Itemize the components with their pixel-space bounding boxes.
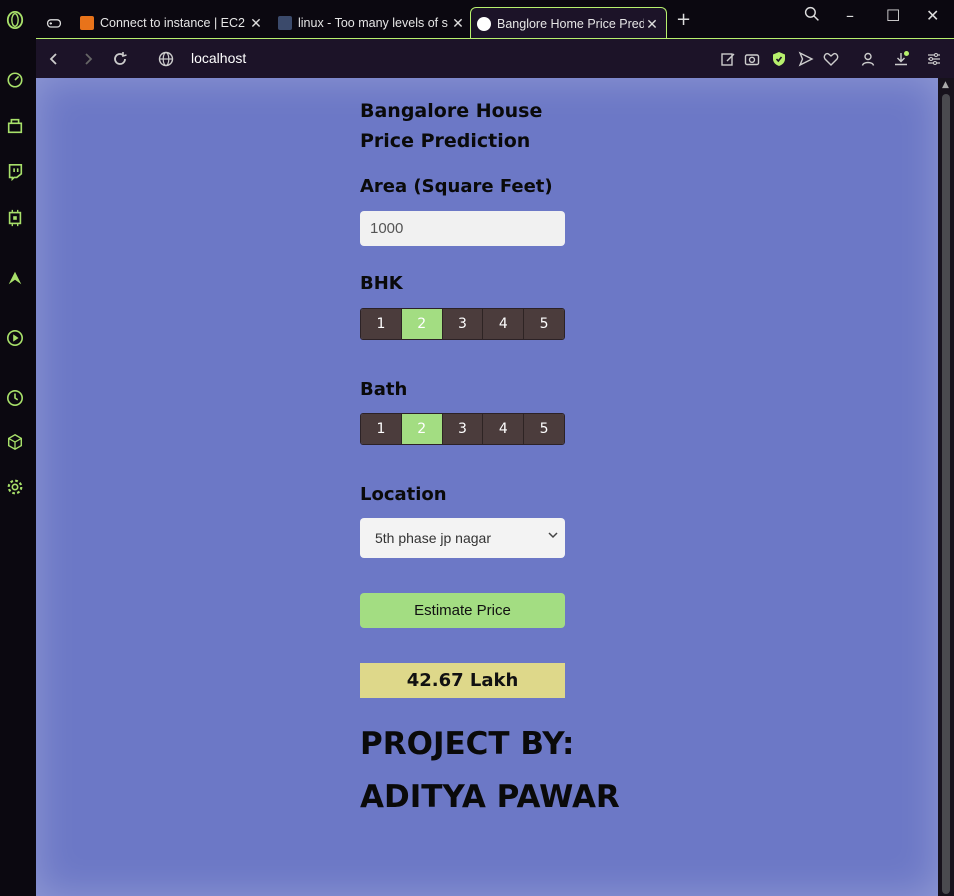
player-icon[interactable] bbox=[5, 328, 25, 348]
bhk-option-3[interactable]: 3 bbox=[442, 309, 484, 339]
area-label: Area (Square Feet) bbox=[360, 176, 553, 197]
site-info-globe-icon[interactable] bbox=[156, 49, 176, 69]
close-tab-icon[interactable]: ✕ bbox=[248, 15, 264, 32]
scroll-up-arrow-icon[interactable]: ▲ bbox=[942, 80, 949, 90]
opera-logo-icon[interactable] bbox=[5, 10, 25, 30]
close-tab-icon[interactable]: ✕ bbox=[644, 16, 660, 33]
bath-option-2[interactable]: 2 bbox=[401, 414, 443, 444]
estimate-price-button[interactable]: Estimate Price bbox=[360, 593, 565, 628]
location-label: Location bbox=[360, 484, 447, 505]
close-window-icon[interactable]: ✕ bbox=[926, 6, 939, 25]
tab-banglore-home-price[interactable]: Banglore Home Price Predic ✕ bbox=[470, 7, 667, 40]
send-icon[interactable] bbox=[796, 49, 816, 69]
credit-author: ADITYA PAWAR bbox=[360, 779, 620, 815]
bath-option-3[interactable]: 3 bbox=[442, 414, 484, 444]
bhk-selector: 12345 bbox=[360, 308, 565, 340]
aws-favicon-icon bbox=[80, 16, 94, 30]
bhk-option-1[interactable]: 1 bbox=[361, 309, 402, 339]
chevron-down-icon bbox=[547, 529, 559, 544]
downloads-icon[interactable] bbox=[891, 49, 911, 69]
forward-icon[interactable] bbox=[78, 49, 98, 69]
settings-gear-icon[interactable] bbox=[5, 477, 25, 497]
browser-sidebar bbox=[0, 0, 36, 896]
bhk-option-5[interactable]: 5 bbox=[524, 309, 564, 339]
snapshot-camera-icon[interactable] bbox=[742, 49, 762, 69]
tab-ec2[interactable]: Connect to instance | EC2 | ✕ bbox=[80, 8, 264, 38]
hardware-icon[interactable] bbox=[5, 208, 25, 228]
reload-icon[interactable] bbox=[110, 49, 130, 69]
url-text[interactable]: localhost bbox=[191, 50, 246, 66]
bath-selector: 12345 bbox=[360, 413, 565, 445]
bath-label: Bath bbox=[360, 379, 408, 400]
scroll-thumb[interactable] bbox=[942, 94, 950, 894]
location-selected-value: 5th phase jp nagar bbox=[375, 530, 491, 546]
address-bar: localhost bbox=[36, 38, 954, 78]
vpn-shield-icon[interactable] bbox=[769, 49, 789, 69]
location-select[interactable]: 5th phase jp nagar bbox=[360, 518, 565, 558]
minimize-icon[interactable]: – bbox=[846, 6, 854, 25]
easy-setup-icon[interactable] bbox=[924, 49, 944, 69]
page-title: Bangalore House Price Prediction bbox=[360, 100, 543, 152]
maximize-icon[interactable]: ☐ bbox=[886, 6, 900, 25]
tab-title: Banglore Home Price Predic bbox=[497, 17, 644, 31]
bath-option-4[interactable]: 4 bbox=[483, 414, 525, 444]
area-input[interactable]: 1000 bbox=[360, 211, 565, 246]
bhk-option-2[interactable]: 2 bbox=[401, 309, 443, 339]
aria-ai-icon[interactable] bbox=[5, 268, 25, 288]
history-icon[interactable] bbox=[5, 388, 25, 408]
heart-icon[interactable] bbox=[821, 49, 841, 69]
bhk-option-4[interactable]: 4 bbox=[483, 309, 525, 339]
bath-option-5[interactable]: 5 bbox=[524, 414, 564, 444]
vertical-scrollbar[interactable]: ▲ bbox=[938, 78, 954, 896]
estimated-price-result: 42.67 Lakh bbox=[360, 663, 565, 698]
new-tab-button[interactable]: + bbox=[676, 9, 691, 30]
page-viewport: Bangalore House Price Prediction Area (S… bbox=[36, 78, 938, 896]
tab-title: Connect to instance | EC2 | bbox=[100, 16, 248, 30]
globe-favicon-icon bbox=[477, 17, 491, 31]
tab-strip: Connect to instance | EC2 | ✕ linux - To… bbox=[36, 0, 954, 40]
profile-icon[interactable] bbox=[858, 49, 878, 69]
extensions-icon[interactable] bbox=[5, 432, 25, 452]
superuser-favicon-icon bbox=[278, 16, 292, 30]
tab-title: linux - Too many levels of s bbox=[298, 16, 448, 30]
back-icon[interactable] bbox=[44, 49, 64, 69]
edit-page-icon[interactable] bbox=[718, 49, 738, 69]
gamepad-icon[interactable] bbox=[46, 8, 68, 38]
bhk-label: BHK bbox=[360, 273, 403, 294]
tab-linux[interactable]: linux - Too many levels of s ✕ bbox=[278, 8, 466, 38]
credit-heading: PROJECT BY: bbox=[360, 726, 575, 762]
bath-option-1[interactable]: 1 bbox=[361, 414, 402, 444]
aria-icon[interactable] bbox=[5, 116, 25, 136]
speed-dial-icon[interactable] bbox=[5, 70, 25, 90]
close-tab-icon[interactable]: ✕ bbox=[450, 15, 466, 32]
twitch-icon[interactable] bbox=[5, 162, 25, 182]
search-tabs-icon[interactable] bbox=[804, 6, 820, 26]
